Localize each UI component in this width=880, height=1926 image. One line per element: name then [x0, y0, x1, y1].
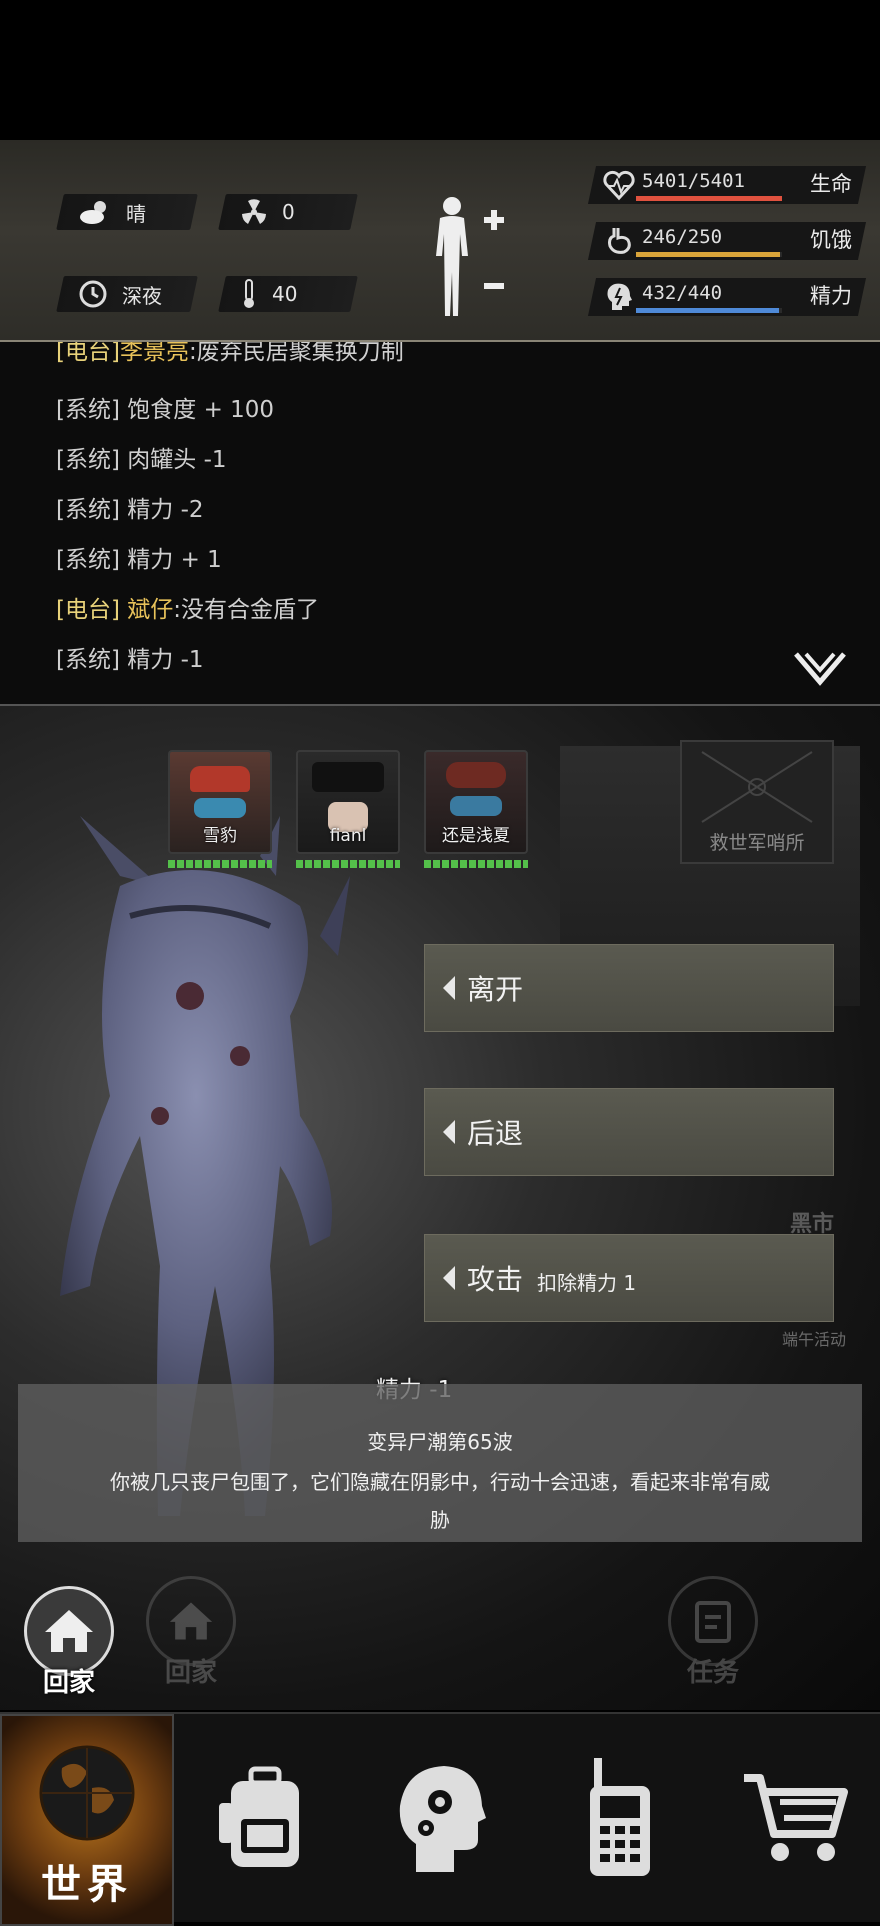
temperature-chip: 40	[218, 276, 358, 312]
party-member[interactable]: 雪豹	[168, 750, 272, 868]
hunger-stat: 246/250 饥饿	[587, 220, 867, 264]
arrow-left-icon	[443, 1120, 455, 1144]
leave-button[interactable]: 离开	[424, 944, 834, 1032]
time-label: 深夜	[122, 283, 162, 308]
house-icon	[45, 1610, 93, 1652]
energy-stat: 432/440 精力	[587, 276, 867, 320]
life-stat: 5401/5401 生命	[587, 164, 867, 208]
house-icon	[169, 1602, 213, 1640]
hp-bar	[424, 860, 528, 868]
hunger-bar-fill	[636, 252, 780, 257]
event-description-line: 你被几只丧尸包围了，它们隐藏在阴影中，行动十会迅速，看起来非常有威	[110, 1470, 770, 1494]
time-chip: 深夜	[56, 276, 198, 312]
arrow-left-icon	[443, 976, 455, 1000]
nav-world-label: 世界	[41, 1862, 133, 1908]
nav-skills[interactable]	[355, 1714, 525, 1922]
attack-cost-label: 扣除精力 1	[537, 1270, 637, 1295]
chat-message: [系统] 肉罐头 -1	[56, 447, 227, 473]
retreat-button[interactable]: 后退	[424, 1088, 834, 1176]
life-bar-fill	[636, 196, 782, 201]
energy-head-icon	[607, 283, 632, 310]
shopping-cart-icon	[744, 1774, 848, 1861]
party-member[interactable]: fianl	[296, 750, 400, 868]
stomach-icon	[608, 228, 631, 254]
outpost-sign-box[interactable]: 救世军哨所	[680, 740, 834, 864]
chevron-down-icon[interactable]	[792, 650, 848, 688]
event-description-panel: 变异尸潮第65波 你被几只丧尸包围了，它们隐藏在阴影中，行动十会迅速，看起来非常…	[18, 1384, 862, 1542]
chat-message: [系统] 精力 -2	[56, 497, 204, 523]
chat-message: [系统] 精力 -1	[56, 647, 204, 673]
bottom-nav: 世界	[0, 1712, 880, 1926]
energy-value: 432/440	[642, 282, 723, 304]
chat-message: [电台] 斌仔:没有合金盾了	[56, 597, 320, 623]
avatar: 还是浅夏	[424, 750, 528, 854]
clipboard-icon	[695, 1601, 731, 1643]
radiation-value: 0	[282, 200, 295, 224]
life-label: 生命	[810, 172, 852, 196]
nav-shop[interactable]	[710, 1714, 880, 1922]
radiation-chip: 0	[218, 194, 358, 230]
avatar: fianl	[296, 750, 400, 854]
life-value: 5401/5401	[642, 170, 745, 192]
body-status-icon[interactable]	[424, 194, 508, 318]
chat-message: [系统] 饱食度 + 100	[56, 397, 275, 423]
chat-message: [电台]李景亮:废弃民居聚集换刀制	[56, 342, 404, 365]
event-title: 变异尸潮第65波	[367, 1430, 513, 1454]
clock-icon	[79, 280, 107, 308]
nav-world[interactable]: 世界	[0, 1714, 174, 1926]
weather-label: 晴	[126, 201, 146, 226]
temperature-value: 40	[272, 282, 298, 306]
nav-radio[interactable]	[535, 1714, 705, 1922]
party-member[interactable]: 还是浅夏	[424, 750, 528, 868]
home-ghost-button: 回家	[146, 1576, 236, 1689]
weather-chip: 晴	[56, 194, 198, 230]
energy-bar-fill	[636, 308, 780, 313]
backpack-icon	[219, 1766, 299, 1867]
status-header: 晴 0 深夜 40 5401/5401 生命 246/250 饥饿 432/44…	[0, 140, 880, 342]
chat-log[interactable]: [电台]李景亮:废弃民居聚集换刀制 [系统] 饱食度 + 100 [系统] 肉罐…	[0, 342, 880, 706]
hunger-value: 246/250	[642, 226, 723, 248]
hp-bar	[168, 860, 272, 868]
attack-button[interactable]: 攻击 扣除精力 1	[424, 1234, 834, 1322]
battle-scene: 救世军哨所 黑市 端午活动 雪豹 fianl 还是浅夏 离开 后退 攻击 扣除精…	[0, 706, 880, 1710]
thermometer-icon	[244, 279, 254, 308]
walkie-talkie-icon	[590, 1758, 650, 1876]
energy-label: 精力	[810, 284, 852, 308]
event-description-line: 胁	[430, 1508, 450, 1532]
chat-message: [系统] 精力 + 1	[56, 547, 222, 573]
task-button[interactable]: 任务	[668, 1576, 758, 1689]
nav-backpack[interactable]	[180, 1714, 350, 1922]
heart-icon	[603, 170, 635, 201]
outpost-sign-label: 救世军哨所	[709, 832, 805, 854]
arrow-left-icon	[443, 1266, 455, 1290]
event-activity-label[interactable]: 端午活动	[782, 1326, 846, 1350]
home-shortcut-button[interactable]: 回家	[24, 1586, 114, 1699]
avatar: 雪豹	[168, 750, 272, 854]
skills-head-icon	[399, 1766, 486, 1872]
hp-bar	[296, 860, 400, 868]
cloud-sun-icon	[80, 201, 106, 224]
hunger-label: 饥饿	[810, 228, 852, 252]
world-globe-icon	[39, 1745, 135, 1841]
radiation-icon	[242, 199, 266, 224]
